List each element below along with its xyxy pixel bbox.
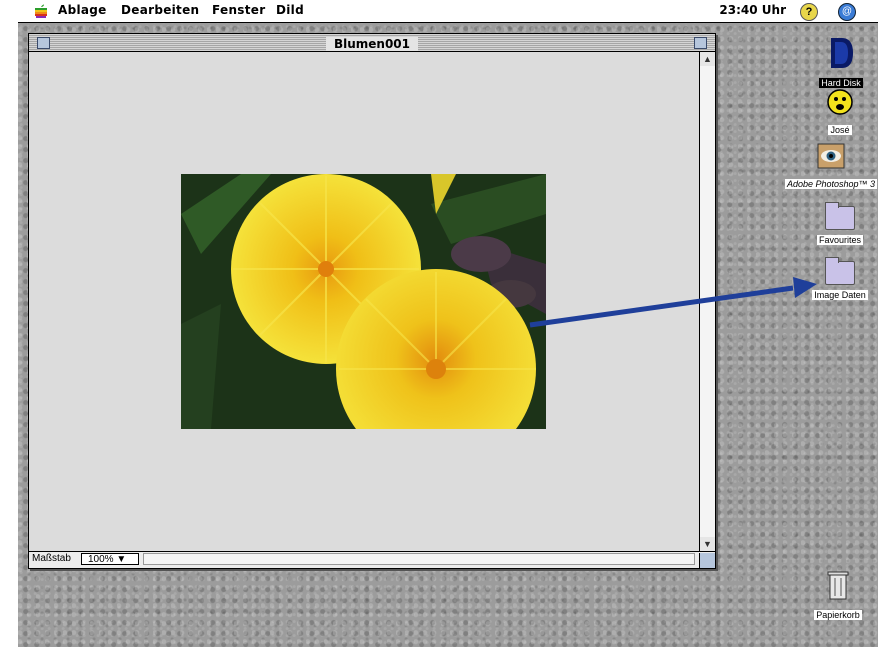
desktop-icon-image-daten[interactable]: Image Daten <box>810 257 870 303</box>
desktop-icon-trash[interactable]: Papierkorb <box>808 570 868 623</box>
desktop-icon-label: Image Daten <box>812 290 868 300</box>
desktop-icon-photoshop[interactable]: Adobe Photoshop™ 3 <box>781 143 878 192</box>
zoom-box-icon[interactable] <box>694 37 707 49</box>
hard-disk-icon <box>831 38 853 68</box>
window-title: Blumen001 <box>325 37 419 51</box>
trash-icon <box>827 571 849 600</box>
desktop-icon-label: Hard Disk <box>819 78 863 88</box>
smiley-icon <box>827 89 853 115</box>
application-menu-icon[interactable]: @ <box>838 3 856 21</box>
desktop-icon-label: Papierkorb <box>814 610 862 620</box>
menu-bild[interactable]: Dild <box>276 3 304 17</box>
menu-ablage[interactable]: Ablage <box>58 3 107 17</box>
desktop: Ablage Dearbeiten Fenster Dild 23:40 Uhr… <box>18 0 878 647</box>
dandelion-photo <box>181 174 546 429</box>
desktop-icon-hard-disk[interactable]: Hard Disk <box>811 38 871 91</box>
apple-menu-icon[interactable] <box>34 4 48 19</box>
menu-fenster[interactable]: Fenster <box>212 3 265 17</box>
folder-icon <box>825 257 855 285</box>
desktop-icon-jose[interactable]: José <box>815 89 865 138</box>
menu-bearbeiten[interactable]: Dearbeiten <box>121 3 199 17</box>
photoshop-eye-icon <box>817 143 845 169</box>
zoom-select[interactable]: 100% ▼ <box>81 553 139 565</box>
help-icon[interactable]: ? <box>800 3 818 21</box>
desktop-icon-label: Adobe Photoshop™ 3 <box>784 179 878 189</box>
scale-label: Maßstab <box>32 553 71 564</box>
desktop-icon-favourites[interactable]: Favourites <box>810 202 870 248</box>
scroll-down-arrow-icon[interactable]: ▼ <box>700 537 715 551</box>
image-canvas[interactable] <box>29 52 700 551</box>
desktop-icon-label: José <box>828 125 852 135</box>
folder-icon <box>825 202 855 230</box>
menu-bar: Ablage Dearbeiten Fenster Dild 23:40 Uhr… <box>18 0 878 23</box>
document-window: Blumen001 ▲ ▼ Maßstab 100% ▼ <box>28 33 716 569</box>
status-bar: Maßstab 100% ▼ <box>29 551 715 568</box>
menu-clock[interactable]: 23:40 Uhr <box>719 3 786 17</box>
desktop-icon-label: Favourites <box>816 235 864 245</box>
vertical-scrollbar[interactable]: ▲ ▼ <box>700 52 715 551</box>
resize-box-icon[interactable] <box>699 553 715 568</box>
scroll-up-arrow-icon[interactable]: ▲ <box>700 52 715 66</box>
horizontal-scrollbar[interactable] <box>143 553 695 565</box>
window-title-bar[interactable]: Blumen001 <box>29 34 715 52</box>
